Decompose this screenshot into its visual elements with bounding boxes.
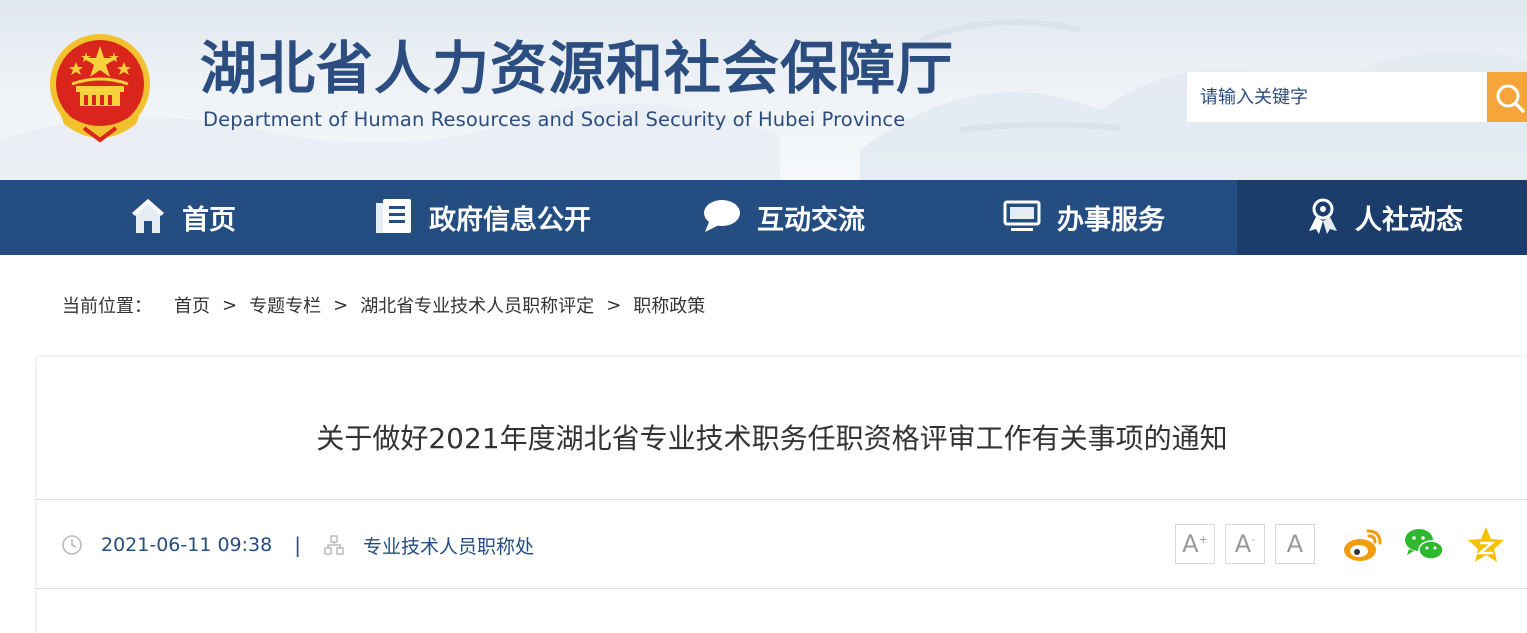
article-card: 关于做好2021年度湖北省专业技术职务任职资格评审工作有关事项的通知 2021-… bbox=[37, 357, 1527, 633]
share-qzone-button[interactable] bbox=[1465, 525, 1507, 565]
chat-bubble-icon bbox=[703, 198, 741, 238]
clock-icon bbox=[62, 535, 82, 555]
publish-date: 2021-06-11 09:38 bbox=[101, 534, 273, 556]
breadcrumb-link-special[interactable]: 专题专栏 bbox=[249, 292, 321, 318]
share-weibo-button[interactable] bbox=[1342, 525, 1384, 565]
article-meta: 2021-06-11 09:38 | 专业技术人员职称处 bbox=[61, 530, 534, 560]
breadcrumb-separator: > bbox=[222, 294, 238, 316]
article-source: 专业技术人员职称处 bbox=[362, 535, 534, 558]
weibo-icon bbox=[1344, 529, 1382, 561]
search-button[interactable] bbox=[1487, 72, 1527, 122]
wechat-icon bbox=[1405, 529, 1444, 560]
qzone-icon bbox=[1468, 527, 1504, 562]
font-size-increase-button[interactable]: A+ bbox=[1175, 524, 1215, 564]
nav-item-services[interactable]: 办事服务 bbox=[1003, 180, 1165, 255]
nav-item-home[interactable]: 首页 bbox=[130, 180, 236, 255]
breadcrumb-link-title-review[interactable]: 湖北省专业技术人员职称评定 bbox=[360, 292, 594, 318]
breadcrumb: 当前位置： 首页 > 专题专栏 > 湖北省专业技术人员职称评定 > 职称政策 bbox=[62, 292, 705, 318]
breadcrumb-link-policy[interactable]: 职称政策 bbox=[633, 292, 705, 318]
nav-item-gov-info[interactable]: 政府信息公开 bbox=[375, 180, 591, 255]
share-wechat-button[interactable] bbox=[1403, 525, 1445, 565]
nav-item-interaction[interactable]: 互动交流 bbox=[703, 180, 865, 255]
home-icon bbox=[130, 197, 166, 239]
nav-item-label: 首页 bbox=[182, 205, 236, 236]
breadcrumb-separator: > bbox=[333, 294, 349, 316]
nav-item-label: 互动交流 bbox=[757, 205, 865, 236]
person-award-icon bbox=[1307, 197, 1339, 239]
search-input[interactable] bbox=[1187, 72, 1487, 122]
search-icon bbox=[1496, 84, 1525, 113]
site-header: 湖北省人力资源和社会保障厅 Department of Human Resour… bbox=[0, 0, 1527, 180]
meta-separator: | bbox=[294, 533, 301, 557]
main-nav: 首页 政府信息公开 互动交流 办事服务 人社动态 bbox=[0, 180, 1527, 255]
site-subtitle: Department of Human Resources and Social… bbox=[203, 108, 906, 131]
org-structure-icon bbox=[324, 535, 344, 555]
nav-item-label: 政府信息公开 bbox=[429, 205, 591, 236]
font-size-reset-button[interactable]: A bbox=[1275, 524, 1315, 564]
font-size-decrease-button[interactable]: A- bbox=[1225, 524, 1265, 564]
national-emblem-logo bbox=[50, 34, 150, 143]
nav-item-news[interactable]: 人社动态 bbox=[1237, 180, 1527, 255]
document-icon bbox=[375, 197, 413, 239]
breadcrumb-link-home[interactable]: 首页 bbox=[174, 292, 210, 318]
site-title: 湖北省人力资源和社会保障厅 bbox=[200, 35, 954, 102]
nav-item-label: 办事服务 bbox=[1057, 205, 1165, 236]
article-title: 关于做好2021年度湖北省专业技术职务任职资格评审工作有关事项的通知 bbox=[316, 422, 1228, 455]
divider bbox=[37, 588, 1527, 589]
breadcrumb-separator: > bbox=[606, 294, 622, 316]
nav-item-label: 人社动态 bbox=[1355, 205, 1463, 236]
breadcrumb-prefix: 当前位置： bbox=[62, 296, 152, 317]
divider bbox=[37, 499, 1527, 500]
monitor-icon bbox=[1003, 199, 1041, 237]
